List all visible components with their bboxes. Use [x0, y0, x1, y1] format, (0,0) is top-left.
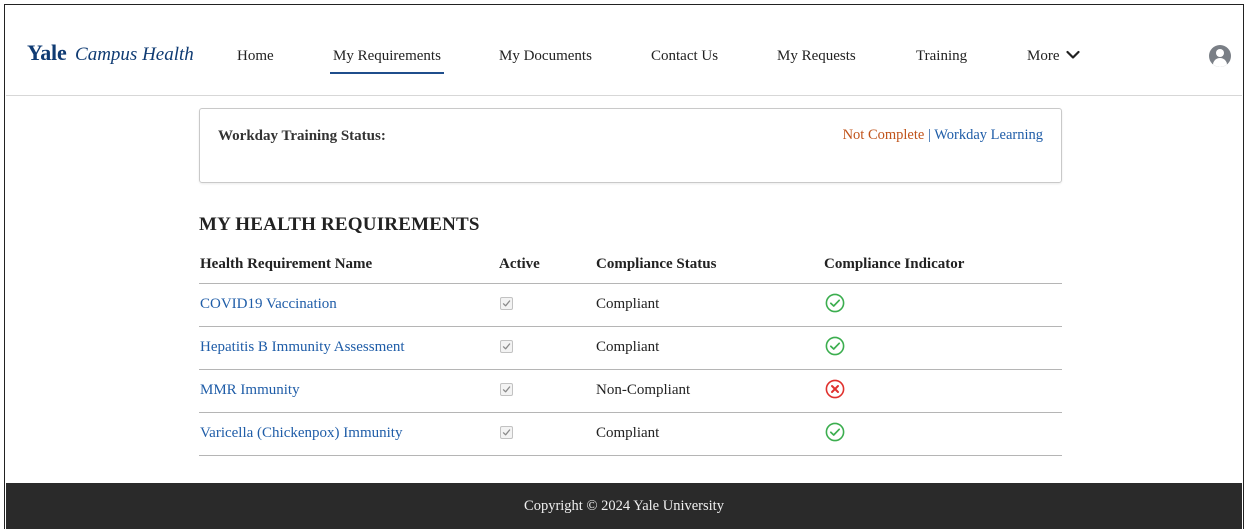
- requirement-link[interactable]: COVID19 Vaccination: [200, 296, 337, 313]
- copyright-text: Copyright © 2024 Yale University: [524, 498, 724, 514]
- workday-training-card: Workday Training Status: Not Complete | …: [199, 108, 1062, 183]
- training-not-complete-text: Not Complete: [842, 127, 925, 143]
- nav-contact-us[interactable]: Contact Us: [651, 48, 718, 65]
- check-circle-icon: [825, 336, 845, 356]
- workday-learning-link[interactable]: Workday Learning: [934, 127, 1043, 143]
- top-navigation: Yale Campus Health Home My Requirements …: [6, 6, 1242, 96]
- table-header: Health Requirement Name Active Complianc…: [199, 248, 1062, 284]
- training-status-value: Not Complete | Workday Learning: [843, 127, 1043, 144]
- active-checkbox: [500, 383, 513, 396]
- column-header-compliance-status: Compliance Status: [596, 256, 717, 272]
- health-requirements-title: MY HEALTH REQUIREMENTS: [199, 214, 480, 235]
- compliance-status: Compliant: [596, 339, 660, 355]
- column-header-active: Active: [499, 256, 540, 272]
- check-circle-icon: [825, 422, 845, 442]
- table-row: MMR Immunity Non-Compliant: [199, 370, 1062, 413]
- health-requirements-table: Health Requirement Name Active Complianc…: [199, 248, 1062, 456]
- chevron-down-icon: [1065, 48, 1080, 65]
- column-header-compliance-indicator: Compliance Indicator: [824, 256, 965, 272]
- training-status-label: Workday Training Status:: [218, 128, 386, 144]
- table-row: Varicella (Chickenpox) Immunity Complian…: [199, 413, 1062, 456]
- nav-my-requirements[interactable]: My Requirements: [330, 48, 444, 74]
- compliance-status: Non-Compliant: [596, 382, 691, 398]
- nav-more-menu[interactable]: More: [1027, 48, 1080, 65]
- check-circle-icon: [825, 293, 845, 313]
- nav-my-requests[interactable]: My Requests: [777, 48, 856, 65]
- table-row: Hepatitis B Immunity Assessment Complian…: [199, 327, 1062, 370]
- nav-more-label: More: [1027, 48, 1060, 64]
- requirement-link[interactable]: Hepatitis B Immunity Assessment: [200, 339, 405, 356]
- requirement-link[interactable]: Varicella (Chickenpox) Immunity: [200, 425, 402, 442]
- requirement-link[interactable]: MMR Immunity: [200, 382, 300, 399]
- x-circle-icon: [825, 379, 845, 399]
- table-row: COVID19 Vaccination Compliant: [199, 284, 1062, 327]
- compliance-status: Compliant: [596, 296, 660, 312]
- nav-my-documents[interactable]: My Documents: [499, 48, 592, 65]
- logo-sub-text: Campus Health: [75, 44, 194, 65]
- active-checkbox: [500, 426, 513, 439]
- compliance-status: Compliant: [596, 425, 660, 441]
- yale-campus-health-logo[interactable]: Yale Campus Health: [27, 40, 194, 66]
- page-footer: Copyright © 2024 Yale University: [6, 483, 1242, 529]
- active-checkbox: [500, 340, 513, 353]
- active-checkbox: [500, 297, 513, 310]
- nav-home[interactable]: Home: [237, 48, 274, 65]
- training-separator: |: [927, 127, 931, 143]
- nav-training[interactable]: Training: [916, 48, 967, 65]
- logo-brand-text: Yale: [27, 40, 67, 65]
- column-header-name: Health Requirement Name: [200, 256, 373, 272]
- user-avatar-icon[interactable]: [1209, 45, 1231, 67]
